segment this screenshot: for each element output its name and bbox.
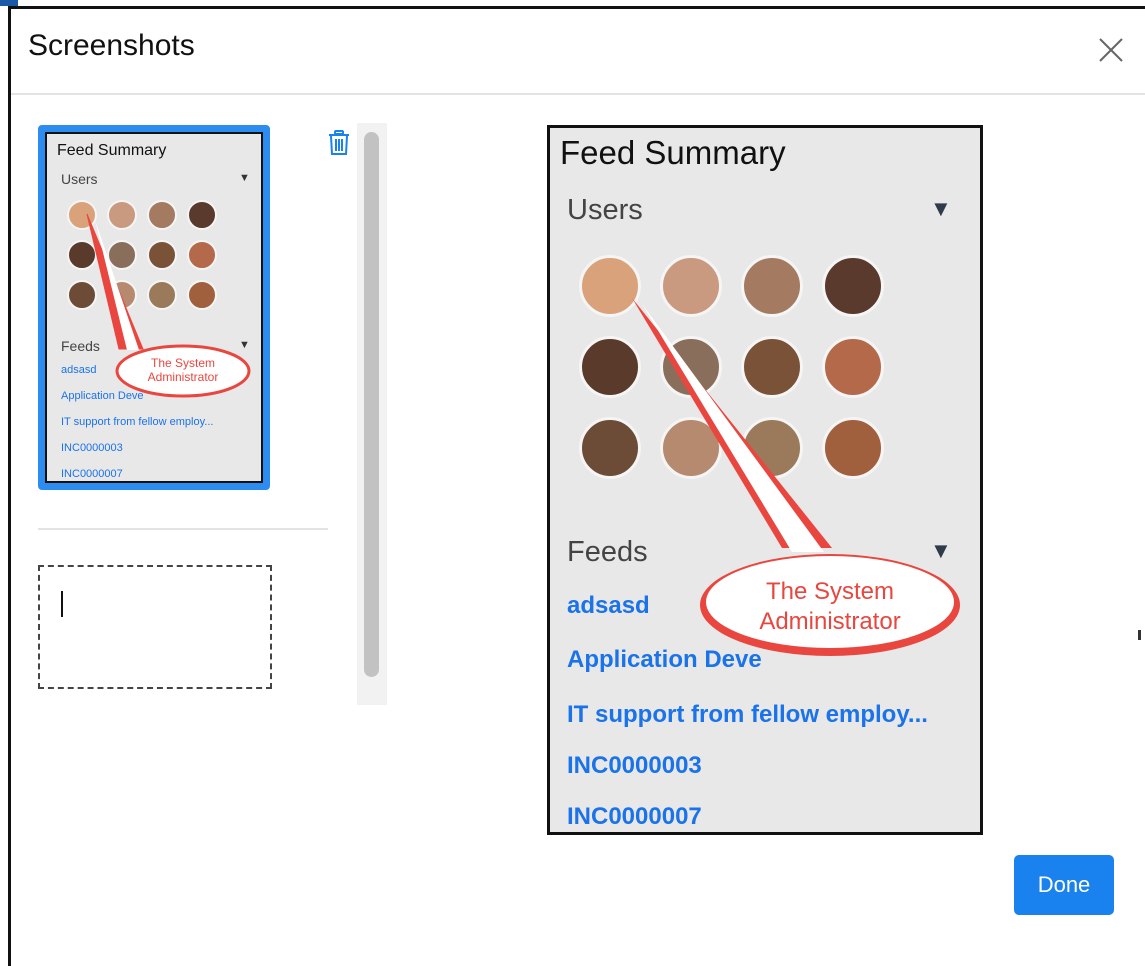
dialog-title: Screenshots [28,29,195,62]
preview-callout-line2: Administrator [759,608,901,635]
screenshot-thumbnail[interactable]: Feed Summary Users ▼ Feeds ▼ adsasd Appl… [38,125,270,490]
thumbnail-callout-shape [86,213,251,398]
scrollbar-thumb[interactable] [364,132,379,677]
thumbnail-divider [38,528,328,530]
close-icon[interactable] [1096,35,1126,65]
thumbnail-content: Feed Summary Users ▼ Feeds ▼ adsasd Appl… [45,132,263,483]
dialog-header: Screenshots [11,9,1145,95]
thumbnail-callout-line2: Administrator [147,370,219,384]
preview-callout-shape [632,298,960,656]
screenshot-preview: Feed Summary Users ▼ Feeds ▼ adsasd Appl… [547,125,983,835]
done-button[interactable]: Done [1014,855,1114,915]
text-caret [61,591,63,617]
trash-icon[interactable] [328,130,350,156]
new-screenshot-slot[interactable] [38,565,272,689]
thumbnail-callout-line1: The System [150,356,216,370]
preview-callout-line1: The System [765,578,895,605]
edge-mark [1138,630,1141,640]
